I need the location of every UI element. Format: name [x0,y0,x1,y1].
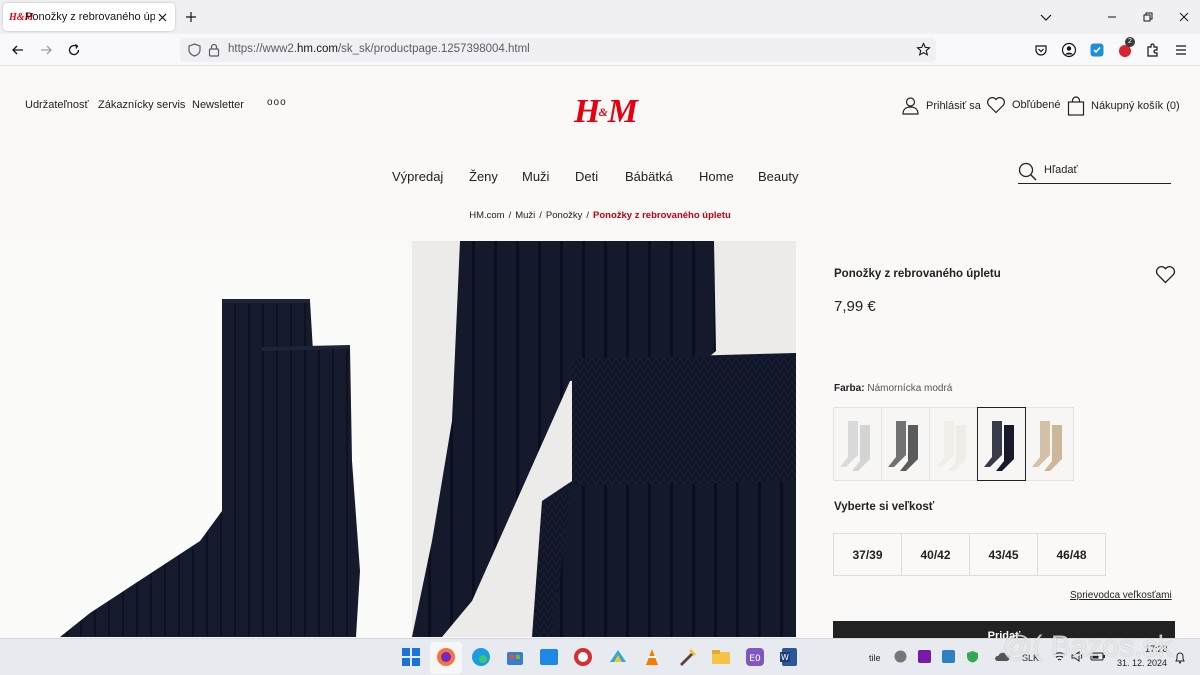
size-selector: 37/39 40/42 43/45 46/48 [833,533,1106,576]
word-icon[interactable]: W [779,647,799,667]
search-icon[interactable] [1018,162,1037,181]
color-swatches [833,407,1074,481]
favorites-label: Obľúbené [1012,99,1061,111]
extension-red-icon[interactable]: 2 [1117,37,1135,58]
app-red-icon[interactable] [573,647,593,667]
app-tools-icon[interactable] [677,647,697,667]
product-image-detail[interactable] [412,241,796,637]
back-arrow-icon[interactable] [10,42,26,58]
url-text: https://www2.hm.com/sk_sk/productpage.12… [228,43,530,55]
nav-beauty[interactable]: Beauty [758,169,798,184]
nav-home[interactable]: Home [699,169,734,184]
nav-baby[interactable]: Bábätká [625,169,673,184]
color-label: Farba: Námornícka modrá [834,383,953,394]
color-swatch-selected[interactable] [977,407,1026,481]
sustainability-link[interactable]: Udržateľnosť [25,99,89,111]
file-explorer-icon[interactable] [711,647,731,667]
vlc-icon[interactable] [642,647,662,667]
search-placeholder: Hľadať [1044,164,1078,176]
store-icon[interactable] [505,647,525,667]
bazos-watermark: @( Bazos.sk [1002,630,1173,663]
restore-icon[interactable] [1140,9,1156,25]
color-swatch[interactable] [1025,407,1074,481]
forward-arrow-icon[interactable] [38,42,54,58]
tab-list-chevron-icon[interactable] [1038,9,1054,25]
breadcrumb-current: Ponožky z rebrovaného úpletu [593,210,731,221]
close-tab-icon[interactable] [155,10,169,24]
app-purple-icon[interactable]: E0 [745,647,765,667]
more-menu-icon[interactable]: ooo [267,97,287,108]
security-tray-icon[interactable] [942,650,955,663]
newsletter-link[interactable]: Newsletter [192,99,244,111]
search-input[interactable]: Hľadať [1018,160,1171,184]
shield-tray-icon[interactable] [966,650,979,663]
favorites-link[interactable]: Obľúbené [986,96,1060,114]
account-icon[interactable] [1061,42,1077,58]
close-window-icon[interactable] [1176,9,1192,25]
firefox-icon[interactable] [436,647,456,667]
color-swatch[interactable] [833,407,882,481]
reload-icon[interactable] [66,42,82,58]
lock-icon[interactable] [208,43,220,57]
breadcrumb-home[interactable]: HM.com [469,210,504,221]
notification-badge: 2 [1125,37,1135,47]
nav-men[interactable]: Muži [522,169,549,184]
tile-label[interactable]: tile [869,653,881,663]
cart-link[interactable]: Nákupný košík (0) [1067,96,1180,116]
color-swatch[interactable] [881,407,930,481]
size-label: Vyberte si veľkosť [834,501,935,513]
edge-icon[interactable] [471,647,491,667]
color-swatch[interactable] [929,407,978,481]
extensions-puzzle-icon[interactable] [1145,42,1161,58]
product-price: 7,99 € [834,298,876,315]
menu-hamburger-icon[interactable] [1173,42,1189,58]
tab-title: Ponožky z rebrovaného úpletu [25,11,155,23]
shopping-bag-icon [1067,96,1085,116]
svg-text:E0: E0 [749,654,761,664]
new-tab-icon[interactable] [183,9,199,25]
size-option[interactable]: 46/48 [1037,533,1106,576]
browser-tab[interactable]: H&M Ponožky z rebrovaného úpletu [3,3,175,31]
browser-nav-bar: https://www2.hm.com/sk_sk/productpage.12… [0,34,1200,66]
app-blue-icon[interactable] [539,647,559,667]
size-option[interactable]: 40/42 [901,533,970,576]
windows-start-icon[interactable] [401,647,421,667]
product-image-main[interactable] [0,241,408,637]
notification-bell-icon[interactable] [1174,651,1186,664]
user-icon [902,97,919,115]
app-bird-icon[interactable] [608,647,628,667]
sign-in-label: Prihlásiť sa [926,99,981,112]
breadcrumb-socks[interactable]: Ponožky [546,210,582,221]
add-to-favorites-heart-icon[interactable] [1155,265,1176,284]
svg-text:W: W [781,653,789,662]
breadcrumb: HM.com / Muži / Ponožky / Ponožky z rebrovanéh… [469,210,731,221]
breadcrumb-men[interactable]: Muži [515,210,535,221]
tracking-shield-icon[interactable] [188,43,201,57]
nav-women[interactable]: Ženy [469,169,498,184]
minimize-icon[interactable] [1104,9,1120,25]
onenote-tray-icon[interactable] [918,650,931,663]
bookmark-star-icon[interactable] [916,42,931,57]
heart-icon [987,97,1005,114]
sign-in-link[interactable]: Prihlásiť sa [901,96,981,115]
color-value: Námornícka modrá [867,383,953,394]
customer-service-link[interactable]: Zákaznícky servis [98,99,185,111]
extension-blue-icon[interactable] [1089,42,1105,58]
product-title: Ponožky z rebrovaného úpletu [834,268,1001,280]
skype-tray-icon[interactable] [894,650,907,663]
cart-label: Nákupný košík (0) [1091,100,1180,112]
nav-kids[interactable]: Deti [575,169,598,184]
pocket-icon[interactable] [1033,42,1049,58]
browser-tab-bar: H&M Ponožky z rebrovaného úpletu [0,0,1200,34]
hm-logo[interactable]: H&M [574,94,638,130]
nav-sale[interactable]: Výpredaj [392,169,443,184]
size-option[interactable]: 43/45 [969,533,1038,576]
hm-favicon-icon: H&M [9,11,34,23]
size-option[interactable]: 37/39 [833,533,902,576]
size-guide-link[interactable]: Sprievodca veľkosťami [1070,590,1172,601]
url-bar[interactable]: https://www2.hm.com/sk_sk/productpage.12… [180,38,936,62]
